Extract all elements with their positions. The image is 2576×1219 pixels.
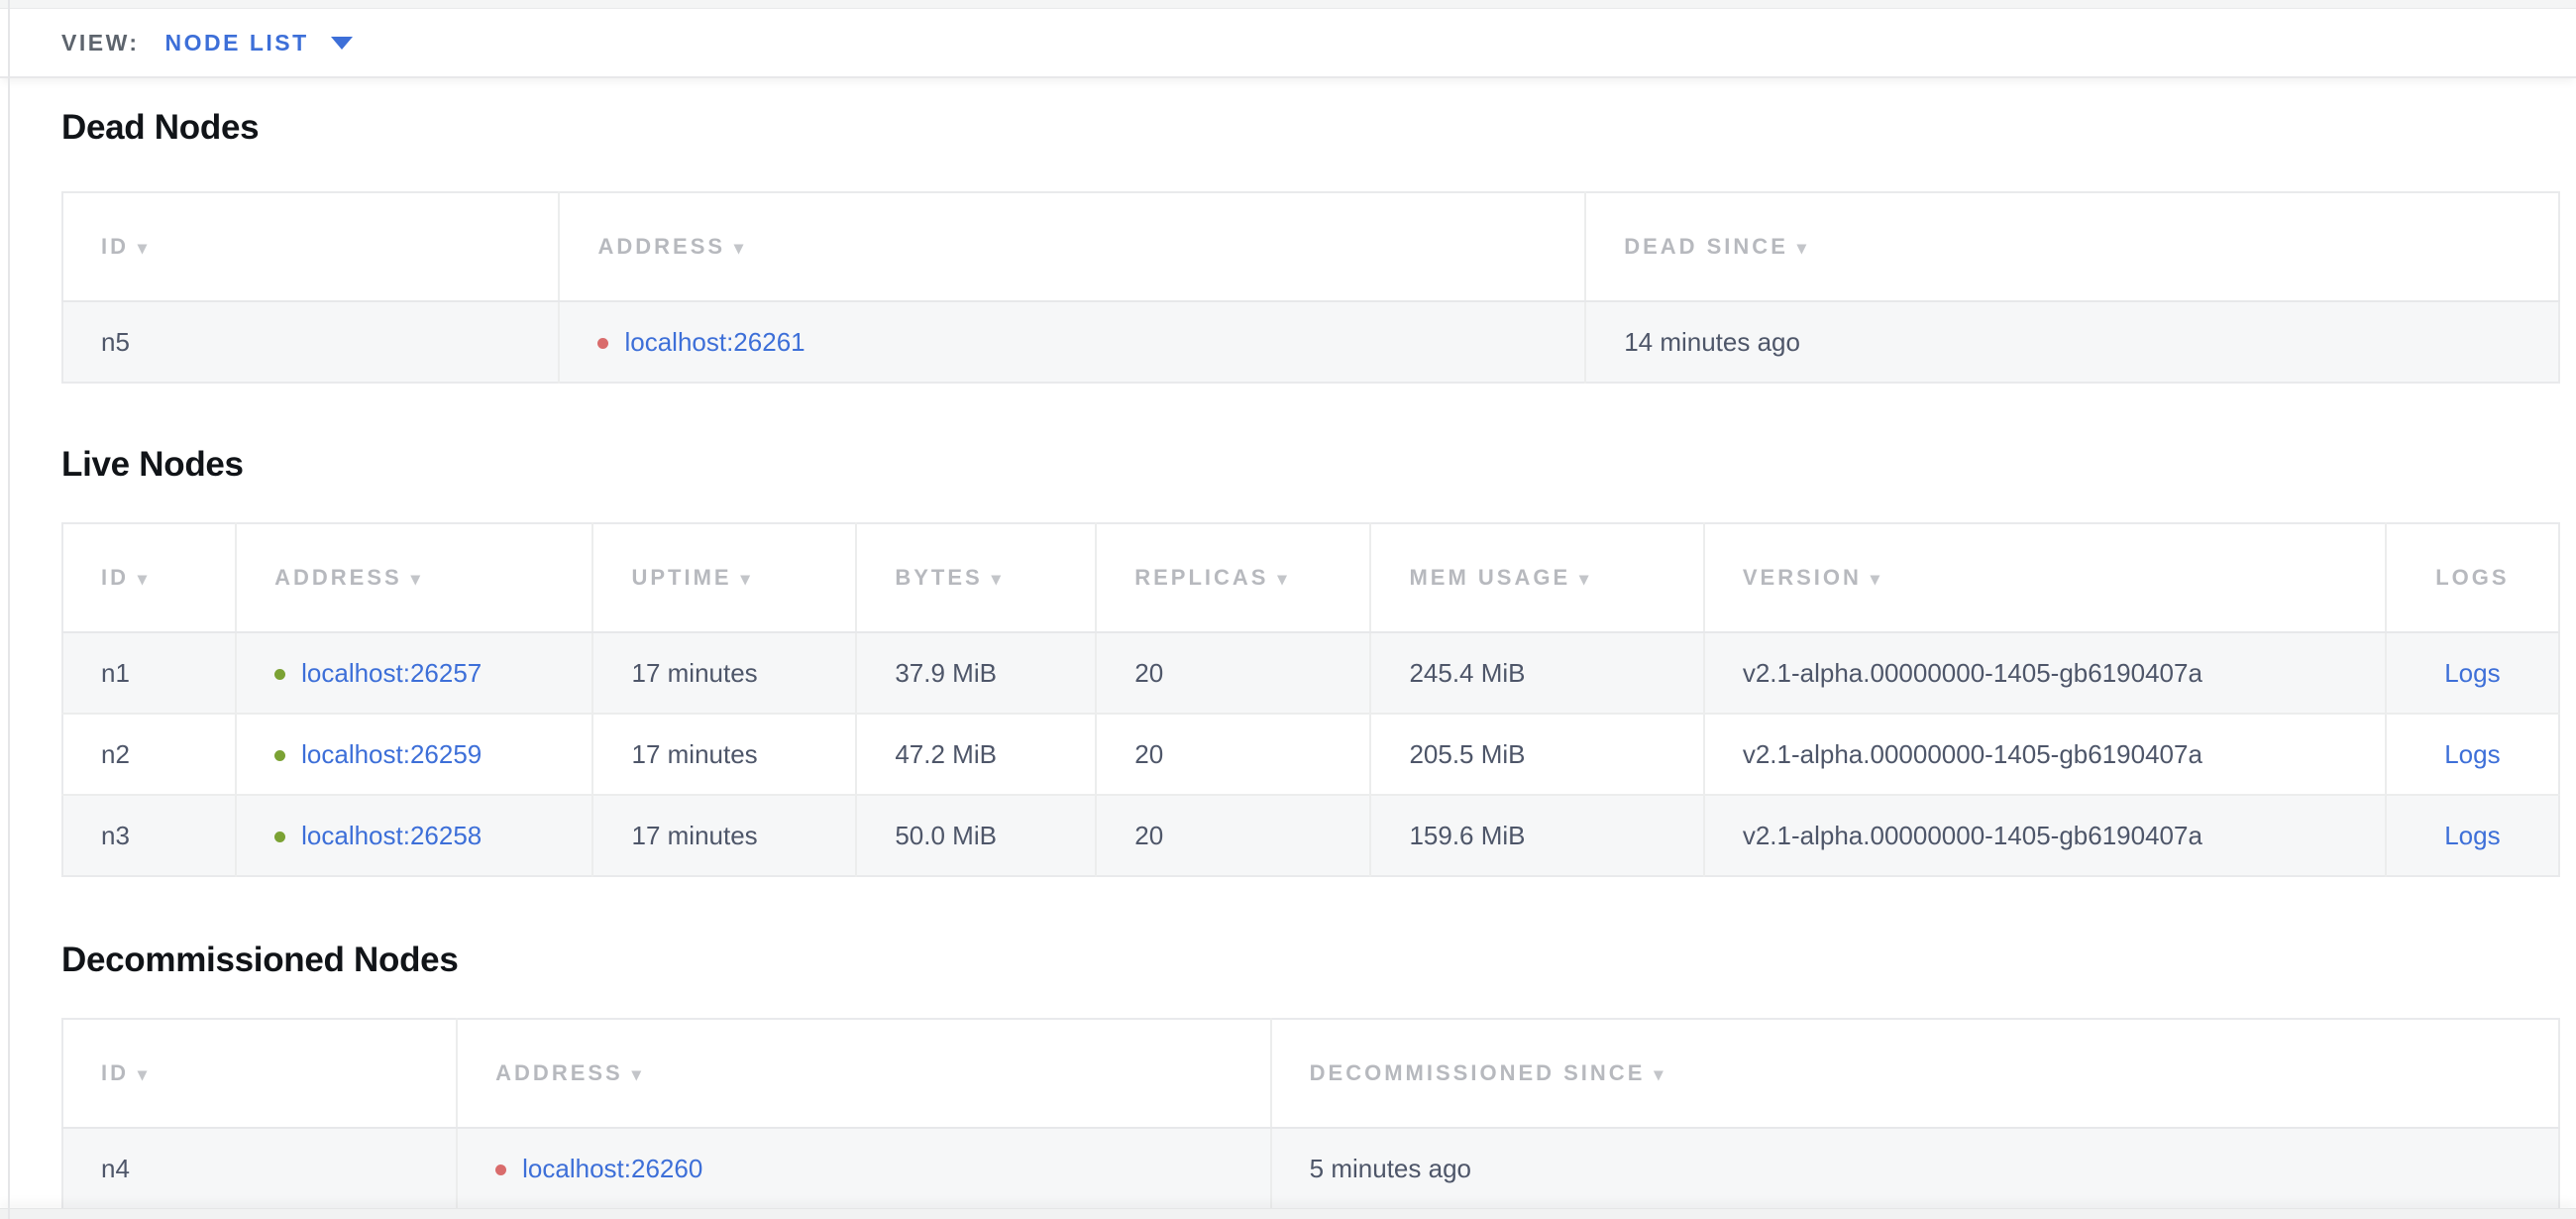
sort-arrow-icon: ▾ [138,569,150,589]
node-address-cell: localhost:26261 [559,301,1585,383]
status-live-icon [274,831,285,842]
table-row: n1 localhost:26257 17 minutes 37.9 MiB 2… [62,632,2559,714]
sort-arrow-icon: ▾ [1278,569,1290,589]
sort-arrow-icon: ▾ [1871,569,1882,589]
logs-cell: Logs [2386,795,2559,876]
logs-link[interactable]: Logs [2444,658,2500,688]
status-dead-icon [597,338,608,349]
window-left-edge [8,0,10,1219]
dead-col-dead-since[interactable]: DEAD SINCE▾ [1585,192,2559,301]
logs-link[interactable]: Logs [2444,821,2500,850]
logs-cell: Logs [2386,714,2559,795]
node-address-link[interactable]: localhost:26258 [301,821,482,850]
node-address-cell: localhost:26259 [236,714,592,795]
live-col-version[interactable]: VERSION▾ [1704,523,2386,632]
sort-arrow-icon: ▾ [734,238,746,258]
bytes-cell: 37.9 MiB [856,632,1096,714]
sort-arrow-icon: ▾ [411,569,423,589]
node-id-cell: n2 [62,714,236,795]
sort-arrow-icon: ▾ [632,1064,644,1084]
decommissioned-nodes-section: Decommissioned Nodes ID▾ ADDRESS▾ DECOMM… [61,939,2560,1210]
version-cell: v2.1-alpha.00000000-1405-gb6190407a [1704,632,2386,714]
node-id-cell: n4 [62,1128,457,1209]
live-nodes-table: ID▾ ADDRESS▾ UPTIME▾ BYTES▾ REPLICAS▾ ME… [61,522,2560,877]
live-col-bytes[interactable]: BYTES▾ [856,523,1096,632]
replicas-cell: 20 [1096,795,1370,876]
replicas-cell: 20 [1096,714,1370,795]
live-nodes-title: Live Nodes [61,443,2560,487]
dead-col-id[interactable]: ID▾ [62,192,559,301]
live-nodes-section: Live Nodes ID▾ ADDRESS▾ UPTIME▾ BYTES▾ R… [61,443,2560,877]
node-address-link[interactable]: localhost:26261 [624,327,805,357]
live-col-mem-usage[interactable]: MEM USAGE▾ [1370,523,1703,632]
sort-arrow-icon: ▾ [138,238,150,258]
dead-col-address[interactable]: ADDRESS▾ [559,192,1585,301]
replicas-cell: 20 [1096,632,1370,714]
decom-col-since[interactable]: DECOMMISSIONED SINCE▾ [1271,1019,2559,1128]
dead-nodes-title: Dead Nodes [61,106,2560,150]
uptime-cell: 17 minutes [592,714,856,795]
sort-arrow-icon: ▾ [1797,238,1809,258]
sort-arrow-icon: ▾ [741,569,753,589]
table-row: n4 localhost:26260 5 minutes ago [62,1128,2559,1209]
mem-usage-cell: 159.6 MiB [1370,795,1703,876]
sort-arrow-icon: ▾ [1654,1064,1665,1084]
node-id-cell: n5 [62,301,559,383]
version-cell: v2.1-alpha.00000000-1405-gb6190407a [1704,714,2386,795]
bytes-cell: 50.0 MiB [856,795,1096,876]
live-col-uptime[interactable]: UPTIME▾ [592,523,856,632]
sort-arrow-icon: ▾ [138,1064,150,1084]
live-col-replicas[interactable]: REPLICAS▾ [1096,523,1370,632]
dead-nodes-table: ID▾ ADDRESS▾ DEAD SINCE▾ n5 localhost:26… [61,191,2560,384]
decom-col-id[interactable]: ID▾ [62,1019,457,1128]
view-bar: VIEW: NODE LIST [0,9,2576,78]
node-address-cell: localhost:26258 [236,795,592,876]
logs-cell: Logs [2386,632,2559,714]
node-id-cell: n3 [62,795,236,876]
live-col-address[interactable]: ADDRESS▾ [236,523,592,632]
sort-arrow-icon: ▾ [1579,569,1591,589]
dead-since-cell: 14 minutes ago [1585,301,2559,383]
decom-col-address[interactable]: ADDRESS▾ [457,1019,1271,1128]
status-live-icon [274,669,285,680]
mem-usage-cell: 245.4 MiB [1370,632,1703,714]
node-address-link[interactable]: localhost:26260 [522,1154,702,1183]
status-decommissioned-icon [495,1164,506,1175]
dead-nodes-section: Dead Nodes ID▾ ADDRESS▾ DEAD SINCE▾ n5 l… [61,106,2560,384]
window-bottom-edge [0,1208,2576,1219]
table-header-row: ID▾ ADDRESS▾ DEAD SINCE▾ [62,192,2559,301]
bytes-cell: 47.2 MiB [856,714,1096,795]
status-live-icon [274,750,285,761]
table-header-row: ID▾ ADDRESS▾ UPTIME▾ BYTES▾ REPLICAS▾ ME… [62,523,2559,632]
chevron-down-icon [331,37,353,50]
node-address-cell: localhost:26257 [236,632,592,714]
table-row: n5 localhost:26261 14 minutes ago [62,301,2559,383]
view-dropdown[interactable]: NODE LIST [165,30,353,56]
version-cell: v2.1-alpha.00000000-1405-gb6190407a [1704,795,2386,876]
node-address-link[interactable]: localhost:26259 [301,739,482,769]
node-list-page: Dead Nodes ID▾ ADDRESS▾ DEAD SINCE▾ n5 l… [0,106,2576,1210]
live-col-id[interactable]: ID▾ [62,523,236,632]
node-id-cell: n1 [62,632,236,714]
mem-usage-cell: 205.5 MiB [1370,714,1703,795]
live-col-logs: LOGS [2386,523,2559,632]
uptime-cell: 17 minutes [592,632,856,714]
logs-link[interactable]: Logs [2444,739,2500,769]
table-row: n2 localhost:26259 17 minutes 47.2 MiB 2… [62,714,2559,795]
node-address-cell: localhost:26260 [457,1128,1271,1209]
decommissioned-nodes-title: Decommissioned Nodes [61,939,2560,982]
uptime-cell: 17 minutes [592,795,856,876]
decommissioned-since-cell: 5 minutes ago [1271,1128,2559,1209]
view-label: VIEW: [61,30,140,56]
sort-arrow-icon: ▾ [992,569,1004,589]
window-top-edge [0,0,2576,9]
table-header-row: ID▾ ADDRESS▾ DECOMMISSIONED SINCE▾ [62,1019,2559,1128]
table-row: n3 localhost:26258 17 minutes 50.0 MiB 2… [62,795,2559,876]
node-address-link[interactable]: localhost:26257 [301,658,482,688]
decommissioned-nodes-table: ID▾ ADDRESS▾ DECOMMISSIONED SINCE▾ n4 lo… [61,1018,2560,1210]
view-dropdown-value: NODE LIST [165,30,309,56]
